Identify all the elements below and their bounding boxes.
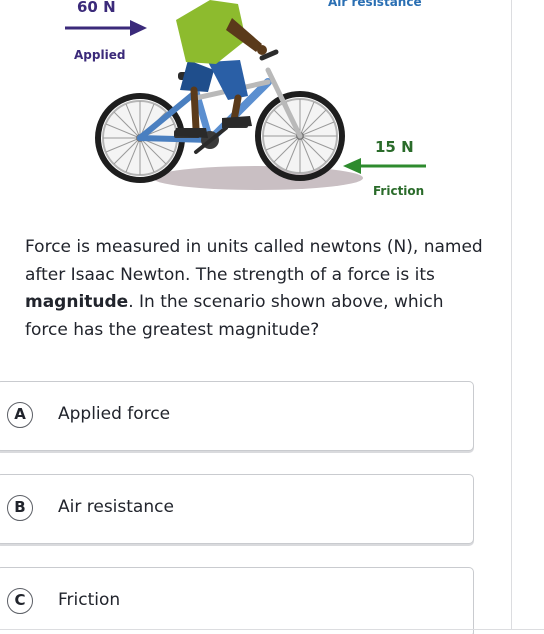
air-resistance-name-text: Air resistance <box>328 0 422 9</box>
ground-shadow <box>153 166 363 190</box>
friction-force-value: 15 N <box>375 137 414 156</box>
question-text: Force is measured in units called newton… <box>25 234 490 344</box>
choice-c-letter: C <box>7 588 33 614</box>
applied-force-arrow <box>65 20 147 36</box>
choice-a[interactable]: A Applied force <box>0 381 474 451</box>
applied-force-value-text: 60 N <box>77 0 116 16</box>
air-resistance-name: Air resistance <box>328 0 422 10</box>
choice-c[interactable]: C Friction <box>0 567 474 634</box>
friction-force-name-text: Friction <box>373 184 425 198</box>
bottom-divider <box>0 629 544 630</box>
applied-force-name: Applied <box>74 44 125 63</box>
choice-a-label: Applied force <box>58 404 171 424</box>
friction-force-name: Friction <box>373 180 424 199</box>
applied-force-value: 60 N <box>77 0 116 16</box>
choice-a-letter: A <box>7 402 33 428</box>
choice-b-letter: B <box>7 495 33 521</box>
friction-force-value-text: 15 N <box>375 138 414 156</box>
rider <box>174 0 267 138</box>
applied-force-name-text: Applied <box>74 48 126 62</box>
exercise-page: 60 N Applied Air resistance 15 N Frictio… <box>0 0 544 634</box>
friction-force-arrow <box>343 158 426 174</box>
question-bold-term: magnitude <box>25 292 129 312</box>
bicycle-forces-illustration: 60 N Applied Air resistance 15 N Frictio… <box>0 0 511 210</box>
choice-b-label: Air resistance <box>58 497 174 517</box>
right-panel-divider <box>511 0 512 630</box>
choice-b[interactable]: B Air resistance <box>0 474 474 544</box>
question-text-part-1: Force is measured in units called newton… <box>25 237 483 285</box>
choice-c-label: Friction <box>58 590 121 610</box>
bicycle-diagram <box>65 0 426 190</box>
